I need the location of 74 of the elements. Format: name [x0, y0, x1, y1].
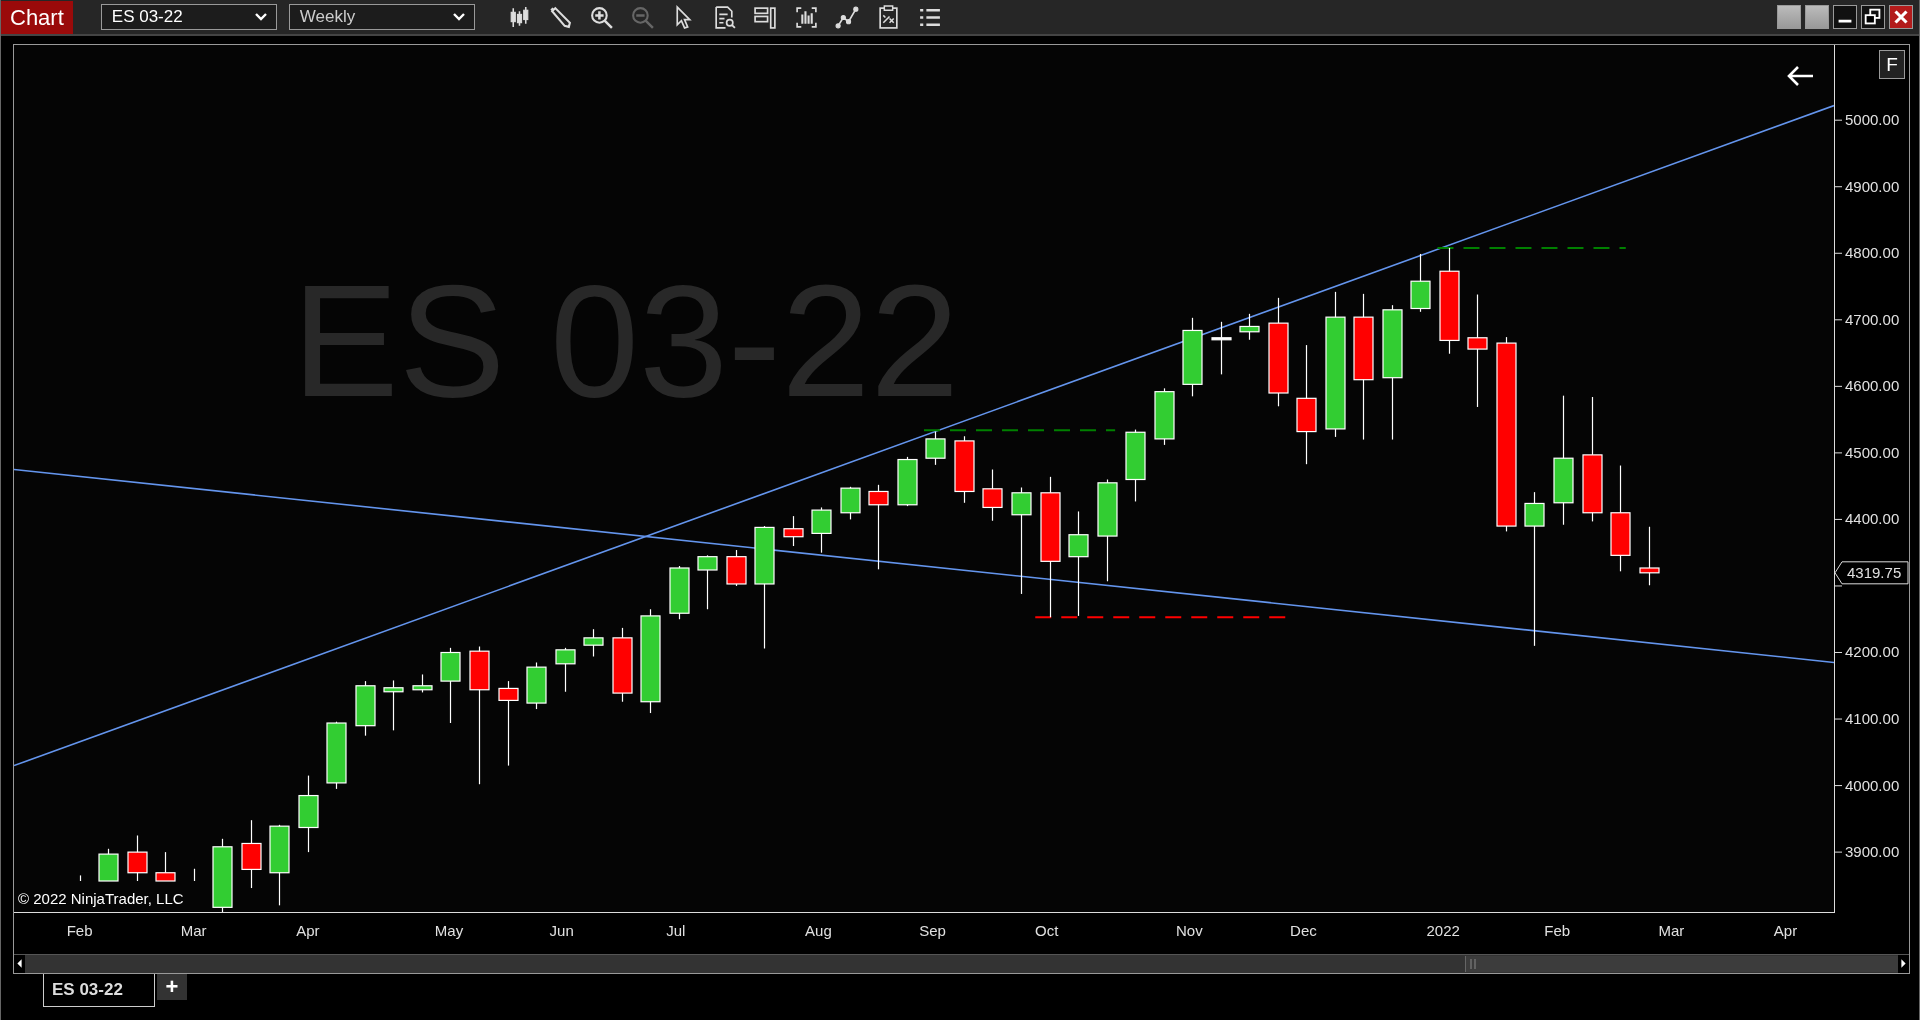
time-axis-label: Dec — [1290, 922, 1317, 939]
chevron-icon — [253, 12, 268, 22]
time-axis-label: Apr — [296, 922, 320, 939]
candlestick — [555, 647, 576, 693]
candlestick — [526, 661, 547, 710]
zoom-in-icon[interactable] — [588, 4, 614, 30]
last-price-marker: 4319.75 — [1835, 561, 1909, 585]
price-axis-label: 4100.00 — [1845, 710, 1900, 728]
candlestick — [1410, 253, 1431, 313]
candlestick — [925, 431, 946, 466]
candlestick — [783, 515, 804, 547]
price-axis-label: 3900.00 — [1845, 843, 1900, 861]
add-tab-button[interactable]: + — [157, 974, 187, 1000]
window-title: Chart — [1, 0, 73, 34]
candlestick — [726, 549, 747, 587]
candlestick — [697, 554, 718, 610]
time-axis-label: 2022 — [1426, 922, 1460, 939]
restore-button[interactable] — [1861, 5, 1885, 29]
price-axis-label: 4200.00 — [1845, 643, 1900, 661]
price-axis-label: 4900.00 — [1845, 177, 1900, 195]
candlestick — [1211, 321, 1232, 375]
pencil-icon[interactable] — [547, 4, 573, 30]
time-axis-label: Aug — [805, 922, 832, 939]
candlestick — [326, 721, 347, 790]
close-button[interactable] — [1889, 5, 1913, 29]
candlestick — [193, 868, 196, 882]
time-axis-label: Mar — [1658, 922, 1685, 939]
candlestick — [127, 834, 148, 882]
candlestick — [811, 506, 832, 554]
copyright-text: © 2022 NinjaTrader, LLC — [18, 890, 184, 907]
time-axis-label: Feb — [1544, 922, 1571, 939]
candlestick — [241, 819, 262, 889]
candlestick — [412, 673, 433, 693]
price-axis-label: 4500.00 — [1845, 443, 1900, 461]
price-axis-label: 4400.00 — [1845, 510, 1900, 528]
time-axis-label: Mar — [180, 922, 207, 939]
candlestick — [355, 680, 376, 737]
candlestick — [669, 565, 690, 620]
time-axis-label: Nov — [1175, 922, 1203, 939]
time-axis-label: Jul — [666, 922, 686, 939]
scrollbar-thumb[interactable] — [1465, 956, 1898, 972]
back-arrow-icon[interactable] — [1786, 65, 1814, 87]
price-axis-label: 4600.00 — [1845, 377, 1900, 395]
candlestick — [383, 679, 404, 731]
price-axis-label: 4800.00 — [1845, 244, 1900, 262]
instrument-dropdown[interactable]: ES 03-22 — [100, 4, 277, 30]
time-axis-label: May — [434, 922, 464, 939]
chevron-icon — [451, 12, 466, 22]
time-axis-label: Sep — [919, 922, 946, 939]
price-axis-label: 4700.00 — [1845, 310, 1900, 328]
price-axis-label: 5000.00 — [1845, 111, 1900, 129]
time-axis-label: Oct — [1035, 922, 1059, 939]
time-axis-label: Apr — [1773, 922, 1798, 939]
minimize-button[interactable] — [1833, 5, 1857, 29]
axis-toggle-button[interactable]: F — [1879, 50, 1905, 79]
bar-chart-icon[interactable] — [793, 4, 819, 30]
candlestick — [1639, 526, 1660, 586]
line-chart-icon[interactable] — [834, 4, 860, 30]
candlestick — [98, 848, 119, 882]
candlestick — [954, 435, 975, 504]
price-axis-label: 4000.00 — [1845, 776, 1900, 794]
chart-tab[interactable]: ES 03-22 — [43, 974, 155, 1007]
panel-icon[interactable] — [752, 4, 778, 30]
candlestick — [897, 456, 918, 507]
time-axis-label: Feb — [66, 922, 93, 939]
candlestick — [155, 851, 176, 882]
candlestick — [583, 628, 604, 658]
candlestick — [982, 468, 1003, 522]
candlestick — [79, 874, 82, 882]
candlestick — [1239, 313, 1260, 341]
candlestick — [1154, 387, 1175, 446]
interval-dropdown[interactable]: Weekly — [288, 4, 475, 30]
candlestick — [840, 486, 861, 520]
time-axis-label: Jun — [549, 922, 574, 939]
